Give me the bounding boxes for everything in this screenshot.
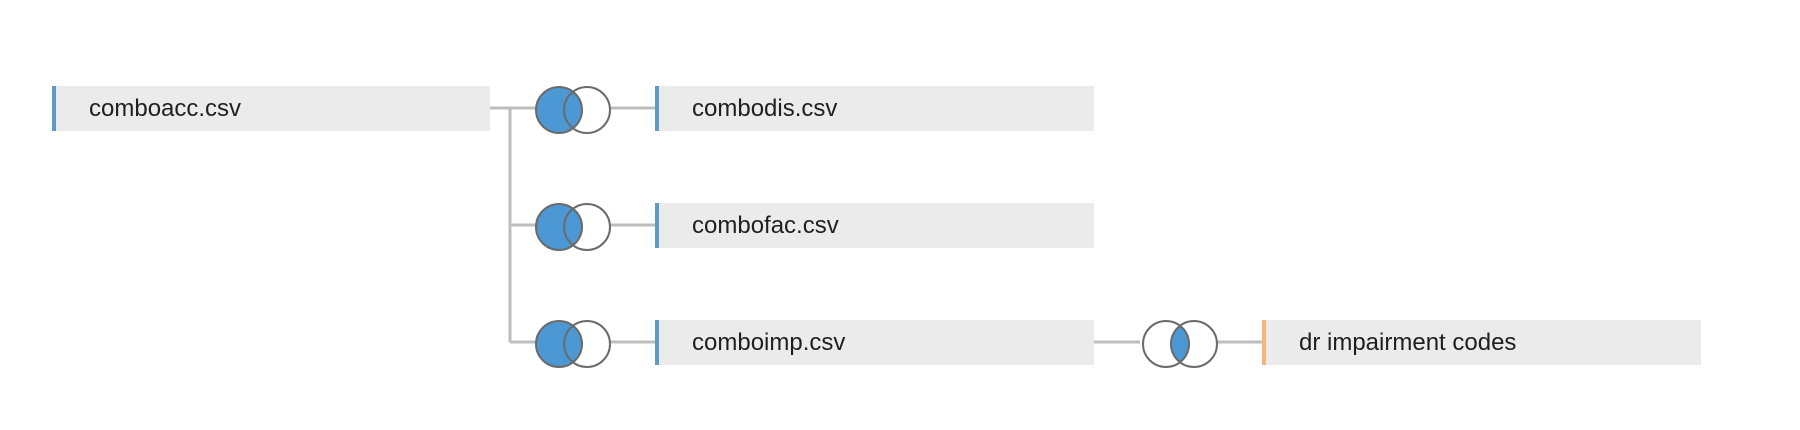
left-join-icon[interactable] <box>535 86 611 134</box>
table-node-comboacc[interactable]: comboacc.csv <box>52 86 490 131</box>
table-name: combofac.csv <box>692 211 839 239</box>
table-name: comboacc.csv <box>89 94 242 122</box>
left-join-icon[interactable] <box>535 203 611 251</box>
table-node-combodis[interactable]: combodis.csv <box>655 86 1094 131</box>
table-name: comboimp.csv <box>692 328 846 356</box>
left-join-icon[interactable] <box>535 320 611 368</box>
table-name: combodis.csv <box>692 94 838 122</box>
table-node-combofac[interactable]: combofac.csv <box>655 203 1094 248</box>
data-source-canvas: comboacc.csv combodis.csv combofac.csv c… <box>0 0 1800 430</box>
table-name: dr impairment codes <box>1299 328 1517 356</box>
table-node-comboimp[interactable]: comboimp.csv <box>655 320 1094 365</box>
table-node-dr-impairment-codes[interactable]: dr impairment codes <box>1262 320 1701 365</box>
inner-join-icon[interactable] <box>1142 320 1218 368</box>
